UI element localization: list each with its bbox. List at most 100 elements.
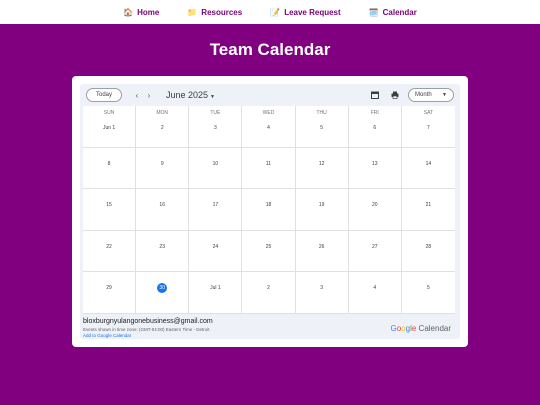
day-cell[interactable]: WED 4 — [242, 106, 296, 148]
day-cell[interactable]: 5 — [401, 272, 455, 314]
memo-icon: 📝 — [270, 7, 281, 17]
day-number: 16 — [159, 202, 165, 209]
day-cell[interactable]: 26 — [295, 230, 349, 273]
caret-down-icon: ▼ — [442, 92, 447, 98]
day-cell[interactable]: 10 — [189, 147, 243, 190]
day-number: 6 — [373, 125, 377, 131]
nav-resources-link[interactable]: 📁 Resources — [187, 8, 242, 17]
day-number: 21 — [425, 202, 432, 209]
weekday-label: TUE — [210, 110, 221, 116]
nav-calendar-link[interactable]: 🗓️ Calendar — [369, 8, 417, 17]
day-number: 26 — [318, 243, 325, 250]
month-selector[interactable]: June 2025 ▼ — [166, 90, 215, 100]
day-cell[interactable]: THU 5 — [295, 106, 349, 148]
day-number: 13 — [371, 160, 378, 167]
day-cell[interactable]: 16 — [136, 189, 190, 231]
view-selector-button[interactable]: Month ▼ — [408, 88, 454, 102]
calendar-footer: bloxburgnyulangonebusiness@gmail.com Eve… — [83, 318, 455, 338]
day-cell[interactable]: SAT 7 — [401, 106, 455, 148]
day-cell[interactable]: 23 — [136, 230, 190, 273]
day-number: 12 — [318, 160, 325, 167]
month-grid: SUN Jun 1 MON 2 TUE 3 WED 4 THU 5 FRI 6 SAT 7 8 9 10 11 12… — [83, 106, 455, 314]
today-button[interactable]: Today — [86, 88, 122, 102]
day-cell[interactable]: MON 2 — [136, 106, 190, 148]
day-number: Jul 1 — [210, 285, 221, 292]
nav-resources-label: Resources — [201, 7, 243, 17]
top-navigation: 🏠 Home 📁 Resources 📝 Leave Request 🗓️ Ca… — [0, 0, 540, 24]
day-cell[interactable]: 30 — [136, 272, 190, 314]
day-number: 5 — [427, 285, 430, 292]
weekday-label: MON — [156, 110, 169, 116]
print-icon[interactable] — [388, 88, 402, 102]
day-number: 7 — [427, 125, 430, 131]
day-cell[interactable]: 12 — [295, 147, 349, 190]
day-cell[interactable]: 24 — [189, 230, 243, 273]
day-cell[interactable]: 14 — [401, 148, 455, 190]
day-cell[interactable]: FRI 6 — [348, 106, 402, 148]
agenda-icon[interactable] — [368, 88, 382, 102]
google-calendar-logo: Google Calendar — [390, 324, 451, 333]
nav-leave-request-label: Leave Request — [284, 7, 341, 17]
prev-month-icon[interactable]: ‹ — [132, 91, 142, 100]
weekday-label: FRI — [370, 110, 379, 116]
day-cell[interactable]: 22 — [83, 230, 137, 273]
day-cell[interactable]: 2 — [242, 272, 296, 314]
day-number: 14 — [425, 160, 432, 167]
day-cell[interactable]: 11 — [242, 147, 296, 190]
today-day-number: 30 — [157, 283, 168, 294]
home-icon: 🏠 — [123, 7, 134, 17]
day-number: 11 — [265, 160, 272, 167]
day-cell[interactable]: TUE 3 — [189, 106, 243, 148]
day-number: 4 — [373, 285, 377, 292]
calendar-icon: 🗓️ — [368, 7, 379, 17]
day-number: 2 — [267, 285, 270, 292]
day-cell[interactable]: 29 — [83, 272, 137, 314]
day-cell[interactable]: Jul 1 — [189, 272, 243, 314]
day-number: 2 — [160, 125, 164, 131]
page-title: Team Calendar — [209, 40, 331, 59]
month-label: June 2025 — [166, 90, 209, 100]
weekday-label: WED — [262, 110, 275, 116]
nav-home-link[interactable]: 🏠 Home — [123, 8, 159, 17]
weekday-label: SUN — [103, 110, 115, 116]
calendar-card: Today ‹ › June 2025 ▼ Month ▼ SUN Jun 1 MON… — [72, 76, 468, 347]
next-month-icon[interactable]: › — [144, 91, 154, 100]
weekday-label: THU — [316, 110, 327, 116]
day-cell[interactable]: 8 — [83, 147, 137, 190]
day-cell[interactable]: 25 — [242, 230, 296, 273]
day-cell[interactable]: 17 — [189, 189, 243, 231]
day-cell[interactable]: 21 — [401, 189, 455, 231]
day-cell[interactable]: SUN Jun 1 — [83, 106, 137, 148]
day-cell[interactable]: 13 — [348, 147, 402, 190]
folder-icon: 📁 — [187, 7, 198, 17]
add-to-google-calendar-link[interactable]: Add to Google Calendar — [83, 333, 455, 338]
embedded-calendar: Today ‹ › June 2025 ▼ Month ▼ SUN Jun 1 MON… — [80, 84, 460, 339]
day-number: 24 — [212, 243, 219, 250]
day-number: 15 — [106, 202, 112, 209]
calendar-toolbar: Today ‹ › June 2025 ▼ Month ▼ — [80, 84, 460, 106]
day-cell[interactable]: 9 — [136, 147, 190, 190]
day-number: 17 — [212, 202, 219, 209]
weekday-label: SAT — [423, 110, 434, 116]
nav-calendar-label: Calendar — [382, 7, 417, 17]
day-number: 9 — [160, 160, 164, 167]
day-cell[interactable]: 27 — [348, 230, 402, 273]
day-number: 3 — [320, 285, 324, 292]
day-cell[interactable]: 20 — [348, 189, 402, 231]
day-number: 27 — [371, 243, 378, 250]
day-cell[interactable]: 28 — [401, 231, 455, 273]
day-number: Jun 1 — [102, 125, 116, 131]
day-cell[interactable]: 4 — [348, 272, 402, 314]
nav-home-label: Home — [137, 7, 160, 17]
day-number: 5 — [320, 125, 324, 131]
day-cell[interactable]: 19 — [295, 189, 349, 231]
day-cell[interactable]: 15 — [83, 189, 137, 231]
day-number: 25 — [265, 243, 272, 250]
day-number: 8 — [107, 160, 111, 167]
day-cell[interactable]: 18 — [242, 189, 296, 231]
day-cell[interactable]: 3 — [295, 272, 349, 314]
caret-down-icon: ▼ — [210, 94, 215, 100]
day-number: 10 — [212, 160, 219, 167]
day-number: 18 — [265, 202, 272, 209]
nav-leave-request-link[interactable]: 📝 Leave Request — [270, 8, 340, 17]
